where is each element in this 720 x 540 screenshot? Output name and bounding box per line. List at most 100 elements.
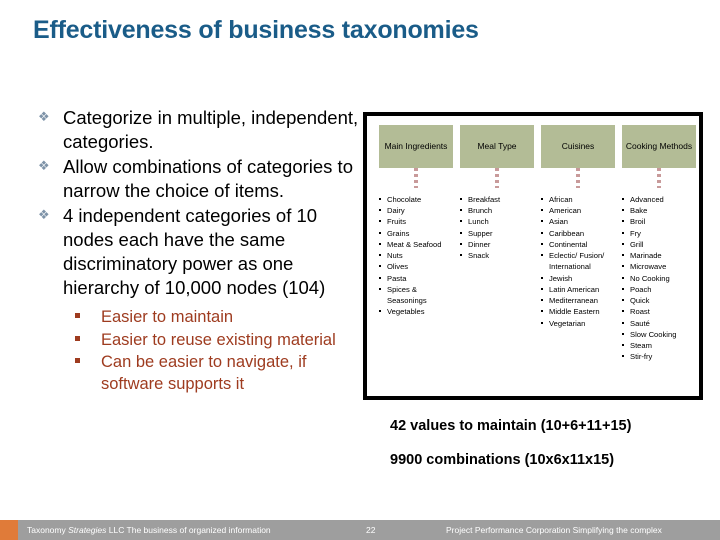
facet-value-label: African (549, 195, 573, 204)
facet-column-cuisines: Cuisines African American Asian Caribbean Co… (541, 125, 615, 363)
facet-value: Steam (622, 340, 696, 351)
facet-value: Chocolate (379, 194, 453, 205)
facet-value-label: American (549, 206, 582, 216)
facet-header-label: Main Ingredients (379, 125, 453, 168)
square-bullet-icon (622, 287, 624, 290)
square-bullet-icon (379, 209, 381, 212)
facet-column-meal-type: Meal Type Breakfast Brunch Lunch Supper Dinn… (460, 125, 534, 363)
facet-value: Supper (460, 228, 534, 239)
slide: Effectiveness of business taxonomies ❖ C… (0, 0, 720, 540)
facet-value-label: No Cooking (630, 273, 670, 283)
facet-value: Mediterranean (541, 295, 615, 306)
facet-value-label: Pasta (387, 273, 407, 283)
connector-line (657, 168, 661, 188)
square-bullet-icon (622, 299, 624, 302)
list-item: ❖ Allow combinations of categories to na… (37, 155, 362, 203)
facet-value: Meat & Seafood (379, 239, 453, 250)
facet-value: Latin American (541, 284, 615, 295)
facet-value-label: Olives (387, 262, 409, 272)
facet-value-label: Nuts (387, 251, 403, 261)
list-item-label: Categorize in multiple, independent, cat… (63, 107, 359, 153)
facet-value: Sauté (622, 318, 696, 329)
facet-value: American (541, 205, 615, 216)
facet-value-label: Mediterranean (549, 296, 598, 306)
square-bullet-icon (622, 276, 624, 279)
facet-value: Snack (460, 250, 534, 261)
facet-value-label: Snack (468, 251, 490, 261)
facet-value: Vegetarian (541, 318, 615, 329)
facet-value: Eclectic/ Fusion/ International (541, 250, 615, 272)
list-item-label: 4 independent categories of 10 nodes eac… (63, 205, 326, 299)
facet-value: Slow Cooking (622, 329, 696, 340)
page-title: Effectiveness of business taxonomies (33, 16, 479, 44)
facet-value-label: Fry (630, 228, 641, 238)
facet-value: Brunch (460, 205, 534, 216)
facet-value-label: Jewish (549, 273, 573, 283)
facet-value-label: Eclectic/ Fusion/ International (549, 251, 605, 272)
facet-value: African (541, 194, 615, 205)
facet-value-label: Roast (630, 307, 650, 317)
sub-list-item-label: Easier to reuse existing material (101, 330, 336, 349)
facet-value-list: Chocolate Dairy Fruits Grains Meat & Seafood… (379, 194, 453, 318)
facet-value-label: Grill (630, 239, 644, 249)
square-bullet-icon (460, 220, 462, 223)
facet-value: Breakfast (460, 194, 534, 205)
summary-combinations-count: 9900 combinations (10x6x11x15) (390, 452, 615, 468)
square-bullet-icon (622, 242, 624, 245)
facet-value: Vegetables (379, 306, 453, 317)
square-bullet-icon (622, 265, 624, 268)
facet-value-label: Breakfast (468, 195, 501, 204)
square-bullet-icon (622, 332, 624, 335)
facet-value: Grains (379, 228, 453, 239)
footer-left-text: Taxonomy Strategies LLC The business of … (27, 525, 271, 535)
facet-value-label: Bake (630, 206, 648, 216)
list-item-label: Allow combinations of categories to narr… (63, 156, 353, 202)
square-bullet-icon (622, 231, 624, 234)
facet-value-list: Advanced Bake Broil Fry Grill Marinade Microwa… (622, 194, 696, 363)
diamond-bullet-icon: ❖ (38, 109, 50, 124)
facet-diagram: Main Ingredients Chocolate Dairy Fruits Gra… (363, 112, 703, 400)
facet-value-label: Supper (468, 228, 493, 238)
facet-value: Nuts (379, 250, 453, 261)
facet-value: Roast (622, 306, 696, 317)
facet-header-label: Meal Type (460, 125, 534, 168)
facet-value-label: Poach (630, 284, 652, 294)
facet-column-main-ingredients: Main Ingredients Chocolate Dairy Fruits Gra… (379, 125, 453, 363)
square-bullet-icon (379, 276, 381, 279)
facet-value: Quick (622, 295, 696, 306)
square-bullet-icon (460, 254, 462, 257)
facet-value-label: Middle Eastern (549, 307, 600, 317)
facet-value-label: Sauté (630, 318, 650, 328)
facet-value: Stir-fry (622, 351, 696, 362)
square-bullet-icon (541, 231, 543, 234)
connector-line (576, 168, 580, 188)
facet-value-label: Microwave (630, 262, 667, 272)
facet-value-label: Latin American (549, 284, 600, 294)
facet-value: Caribbean (541, 228, 615, 239)
facet-value-label: Vegetables (387, 307, 425, 317)
facet-value: Broil (622, 216, 696, 227)
diamond-bullet-icon: ❖ (38, 158, 50, 174)
facet-value: Continental (541, 239, 615, 250)
facet-value-label: Dairy (387, 206, 405, 216)
sub-bullet-list: Easier to maintain Easier to reuse exist… (37, 307, 362, 395)
diamond-bullet-icon: ❖ (38, 207, 50, 223)
sub-list-item: Easier to maintain (73, 307, 362, 328)
sub-list-item-label: Easier to maintain (101, 308, 234, 327)
square-bullet-icon (622, 220, 624, 223)
square-bullet-icon (379, 254, 381, 257)
square-bullet-icon (379, 265, 381, 268)
square-bullet-icon (379, 242, 381, 245)
square-bullet-icon (541, 310, 543, 313)
facet-value-label: Advanced (630, 195, 664, 204)
square-bullet-icon (379, 287, 381, 290)
footer-right-text: Project Performance Corporation Simplify… (446, 525, 662, 535)
facet-column-cooking-methods: Cooking Methods Advanced Bake Broil Fry Gril… (622, 125, 696, 363)
facet-value: Poach (622, 284, 696, 295)
square-bullet-icon (541, 209, 543, 212)
list-item: ❖ 4 independent categories of 10 nodes e… (37, 204, 362, 300)
sub-list-item-label: Can be easier to navigate, if software s… (101, 353, 307, 393)
facet-value-label: Brunch (468, 206, 493, 216)
facet-value-label: Marinade (630, 251, 662, 261)
facet-value: Marinade (622, 250, 696, 261)
